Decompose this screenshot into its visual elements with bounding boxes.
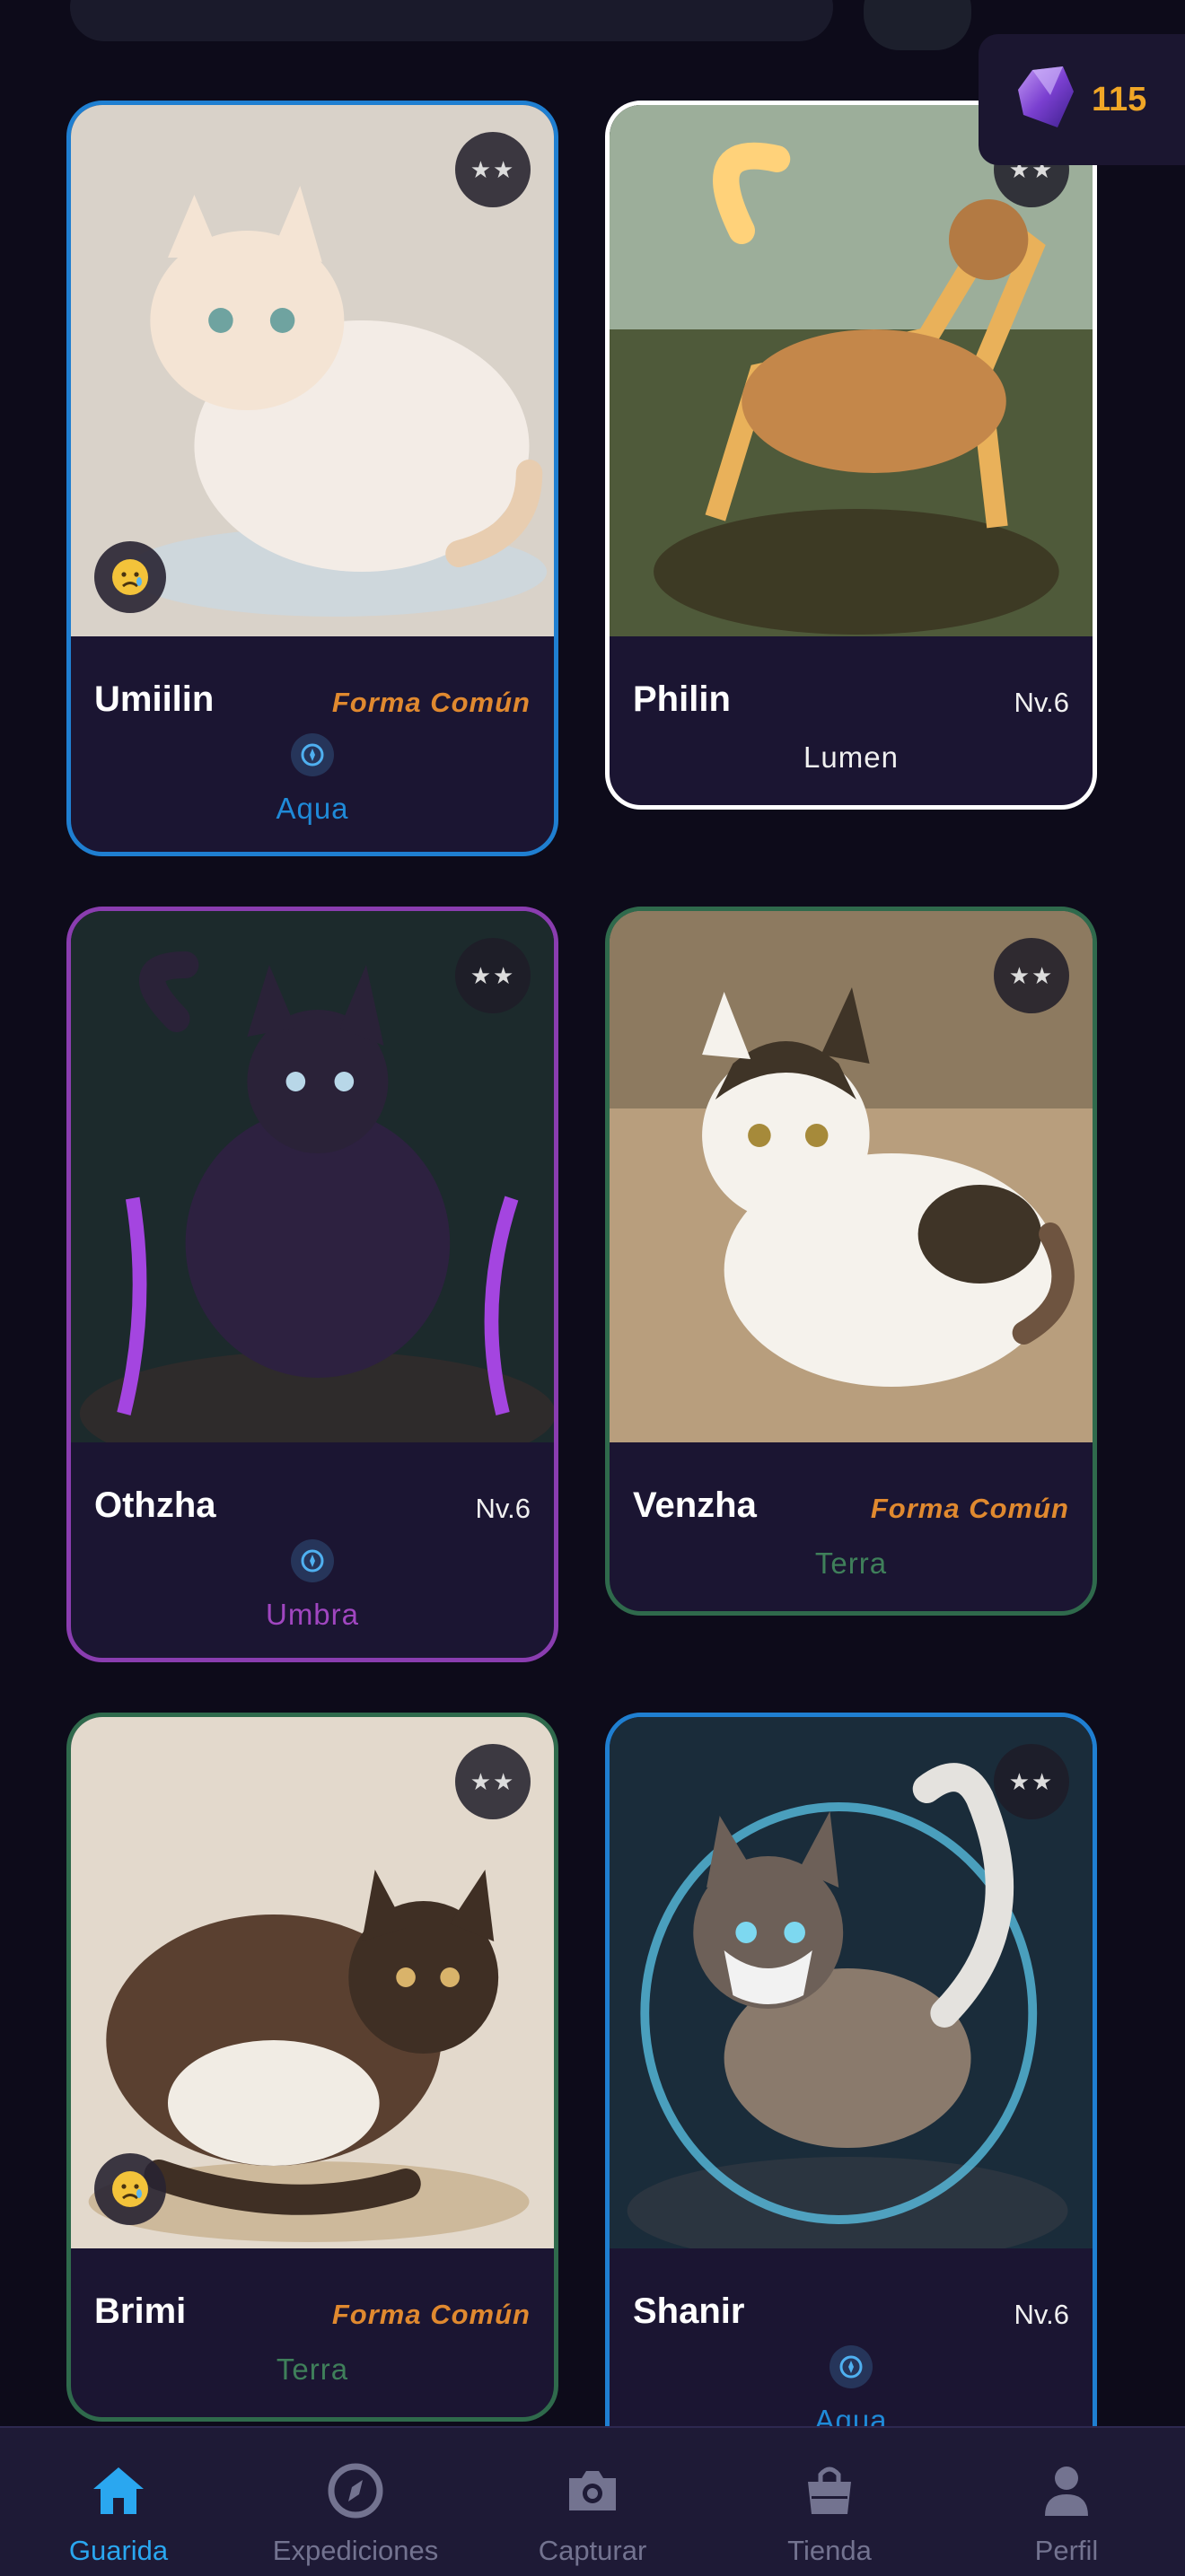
star-rating: ★★ xyxy=(994,938,1069,1013)
nav-label: Perfil xyxy=(1034,2535,1099,2566)
pet-card[interactable]: ★★ Shanir Nv.6 Aqua xyxy=(605,1713,1097,2468)
nav-item-tienda[interactable]: Tienda xyxy=(711,2428,948,2576)
element-label: Lumen xyxy=(803,740,899,774)
pet-name: Shanir xyxy=(633,2291,745,2331)
element-label: Terra xyxy=(814,1546,888,1580)
pet-name: Othzha xyxy=(94,1485,216,1525)
filter-button[interactable] xyxy=(864,0,971,50)
nav-label: Expediciones xyxy=(272,2535,439,2566)
star-rating: ★★ xyxy=(994,1744,1069,1819)
form-label: Forma Común xyxy=(870,1493,1069,1524)
camera-icon xyxy=(562,2460,623,2526)
pet-card[interactable]: ★★ Umiilin Forma Común Aqua xyxy=(66,101,558,856)
sad-mood-icon xyxy=(94,541,166,613)
pet-name: Brimi xyxy=(94,2291,187,2331)
crystal-icon xyxy=(1016,65,1075,136)
level-label: Nv.6 xyxy=(1014,2299,1069,2330)
home-icon xyxy=(88,2460,149,2526)
star-rating: ★★ xyxy=(455,938,531,1013)
nav-label: Guarida xyxy=(68,2535,169,2566)
shopping-bag-icon xyxy=(799,2460,860,2526)
pet-card[interactable]: ★★ Philin Nv.6 Lumen xyxy=(605,101,1097,810)
pet-card[interactable]: ★★ Brimi Forma Común Terra xyxy=(66,1713,558,2422)
element-label: Umbra xyxy=(265,1598,360,1631)
form-label: Forma Común xyxy=(331,2299,531,2330)
star-rating: ★★ xyxy=(455,132,531,207)
compass-icon xyxy=(830,2345,873,2388)
pet-name: Venzha xyxy=(633,1485,757,1525)
nav-item-perfil[interactable]: Perfil xyxy=(948,2428,1185,2576)
pet-card[interactable]: ★★ Venzha Forma Común Terra xyxy=(605,907,1097,1616)
compass-icon xyxy=(291,733,334,776)
currency-badge[interactable]: 115 xyxy=(979,34,1185,165)
sad-mood-icon xyxy=(94,2153,166,2225)
nav-item-guarida[interactable]: Guarida xyxy=(0,2428,237,2576)
form-label: Forma Común xyxy=(331,687,531,718)
nav-label: Tienda xyxy=(787,2535,872,2566)
nav-item-capturar[interactable]: Capturar xyxy=(474,2428,711,2576)
element-label: Aqua xyxy=(276,792,349,825)
pet-name: Philin xyxy=(633,679,731,719)
compass-icon xyxy=(325,2460,386,2526)
level-label: Nv.6 xyxy=(1014,687,1069,718)
element-label: Terra xyxy=(276,2353,349,2386)
pet-name: Umiilin xyxy=(94,679,215,719)
search-bar[interactable] xyxy=(70,0,833,41)
nav-label: Capturar xyxy=(538,2535,647,2566)
star-rating: ★★ xyxy=(455,1744,531,1819)
pet-card[interactable]: ★★ Othzha Nv.6 Umbra xyxy=(66,907,558,1662)
user-icon xyxy=(1036,2460,1097,2526)
level-label: Nv.6 xyxy=(475,1493,531,1524)
bottom-nav: Guarida Expediciones Capturar Tienda Per… xyxy=(0,2426,1185,2576)
nav-item-expediciones[interactable]: Expediciones xyxy=(237,2428,474,2576)
crystal-count: 115 xyxy=(1092,80,1147,118)
compass-icon xyxy=(291,1539,334,1582)
